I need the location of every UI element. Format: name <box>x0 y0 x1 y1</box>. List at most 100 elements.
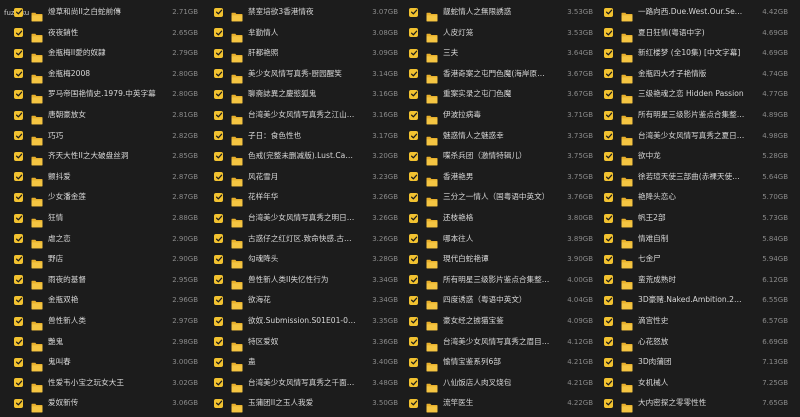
file-name[interactable]: 兽性新人类II失忆性行为 <box>248 275 356 285</box>
check-icon[interactable] <box>409 254 418 264</box>
check-icon[interactable] <box>604 398 613 408</box>
file-name[interactable]: 金瓶梅2008 <box>48 69 156 79</box>
file-row[interactable]: 金瓶梅2008 2.80GB <box>14 64 198 84</box>
check-icon[interactable] <box>14 89 23 99</box>
file-name[interactable]: 还枝艳格 <box>443 213 551 223</box>
check-icon[interactable] <box>214 89 223 99</box>
file-name[interactable]: 流竿医生 <box>443 398 551 408</box>
file-name[interactable]: 香港艳男 <box>443 172 551 182</box>
check-icon[interactable] <box>14 295 23 305</box>
file-name[interactable]: 三夫 <box>443 48 551 58</box>
file-row[interactable]: 台湾美少女风情写真秀之明日之星 3.26GB <box>214 208 398 228</box>
check-icon[interactable] <box>604 48 613 58</box>
file-name[interactable]: 一路向西.Due.West.Our.Sex.Journey <box>638 7 746 17</box>
check-icon[interactable] <box>14 316 23 326</box>
file-row[interactable]: 女机械人 7.25GB <box>604 373 788 393</box>
check-icon[interactable] <box>14 172 23 182</box>
file-name[interactable]: 3D豪赌.Naked.Ambition.2014.1080p <box>638 295 746 305</box>
file-row[interactable]: 新红楼梦 (全10集) [中文字幕] 4.69GB <box>604 43 788 63</box>
file-row[interactable]: 夜夜銷性 2.65GB <box>14 23 198 43</box>
file-row[interactable]: 哪本往人 3.89GB <box>409 229 593 249</box>
check-icon[interactable] <box>604 337 613 347</box>
file-row[interactable]: 夏日狂情(粤语中字) 4.69GB <box>604 23 788 43</box>
check-icon[interactable] <box>14 337 23 347</box>
check-icon[interactable] <box>604 357 613 367</box>
file-row[interactable]: 八仙饭店人肉叉烧包 4.21GB <box>409 373 593 393</box>
check-icon[interactable] <box>409 316 418 326</box>
check-icon[interactable] <box>409 357 418 367</box>
check-icon[interactable] <box>14 378 23 388</box>
file-name[interactable]: 唐朝豪放女 <box>48 110 156 120</box>
file-row[interactable]: 特区爱奴 3.36GB <box>214 332 398 352</box>
file-name[interactable]: 愉情宝鉴系列6部 <box>443 357 551 367</box>
file-name[interactable]: 台湾美少女风情写真秀之明日之星 <box>248 213 356 223</box>
check-icon[interactable] <box>14 110 23 120</box>
file-name[interactable]: 金瓶梅II愛的奴隸 <box>48 48 156 58</box>
check-icon[interactable] <box>14 234 23 244</box>
file-row[interactable]: 七金尸 5.94GB <box>604 249 788 269</box>
file-name[interactable]: 艷鬼 <box>48 337 156 347</box>
check-icon[interactable] <box>14 275 23 285</box>
file-row[interactable]: 金瓶四大才子艳情版 4.74GB <box>604 64 788 84</box>
check-icon[interactable] <box>214 295 223 305</box>
check-icon[interactable] <box>409 192 418 202</box>
file-row[interactable]: 欲奴.Submission.S01E01-05.720p 3.35GB <box>214 311 398 331</box>
check-icon[interactable] <box>604 192 613 202</box>
file-name[interactable]: 大内密探之零零性性 <box>638 398 746 408</box>
file-name[interactable]: 特区爱奴 <box>248 337 356 347</box>
file-row[interactable]: 玉蒲团II之玉人我爱 3.50GB <box>214 393 398 413</box>
file-row[interactable]: 心花怒放 6.69GB <box>604 332 788 352</box>
check-icon[interactable] <box>214 213 223 223</box>
file-name[interactable]: 艳降头恋心 <box>638 192 746 202</box>
file-name[interactable]: 重案实录之屯门色魔 <box>443 89 551 99</box>
file-name[interactable]: 魅惑情人之魅惑幸 <box>443 131 551 141</box>
file-row[interactable]: 风花雪月 3.23GB <box>214 167 398 187</box>
check-icon[interactable] <box>214 172 223 182</box>
check-icon[interactable] <box>14 357 23 367</box>
check-icon[interactable] <box>604 110 613 120</box>
file-row[interactable]: 兽性新人类II失忆性行为 3.34GB <box>214 270 398 290</box>
file-row[interactable]: 3D肉蒲团 7.13GB <box>604 352 788 372</box>
check-icon[interactable] <box>604 89 613 99</box>
check-icon[interactable] <box>14 28 23 38</box>
file-row[interactable]: 三级艳魂之恋 Hidden Passion 4.77GB <box>604 84 788 104</box>
check-icon[interactable] <box>604 172 613 182</box>
file-row[interactable]: 靓蛇情人之無限誘惑 3.53GB <box>409 2 593 22</box>
check-icon[interactable] <box>214 398 223 408</box>
file-name[interactable]: 心花怒放 <box>638 337 746 347</box>
file-name[interactable]: 齐天大性II之大破盘丝洞 <box>48 151 156 161</box>
file-name[interactable]: 金瓶四大才子艳情版 <box>638 69 746 79</box>
file-row[interactable]: 豪女经之掳猫宝鉴 4.09GB <box>409 311 593 331</box>
file-name[interactable]: 夜夜銷性 <box>48 28 156 38</box>
file-name[interactable]: 帆王2部 <box>638 213 746 223</box>
file-row[interactable]: 情难自制 5.84GB <box>604 229 788 249</box>
file-name[interactable]: 台湾美少女风情写真秀之夏日玫瑰 <box>638 131 746 141</box>
check-icon[interactable] <box>214 378 223 388</box>
file-name[interactable]: 性爱韦小宝之玩女大王 <box>48 378 156 388</box>
file-name[interactable]: 聊斋誌異之慶慾狐鬼 <box>248 89 356 99</box>
check-icon[interactable] <box>409 151 418 161</box>
file-name[interactable]: 玉蒲团II之玉人我爱 <box>248 398 356 408</box>
check-icon[interactable] <box>409 131 418 141</box>
file-row[interactable]: 爱奴新传 3.06GB <box>14 393 198 413</box>
check-icon[interactable] <box>409 295 418 305</box>
file-name[interactable]: 女机械人 <box>638 378 746 388</box>
file-name[interactable]: 台湾美少女风情写真秀之千面万像 <box>248 378 356 388</box>
file-name[interactable]: 情难自制 <box>638 234 746 244</box>
file-name[interactable]: 三级艳魂之恋 Hidden Passion <box>638 89 746 99</box>
check-icon[interactable] <box>409 275 418 285</box>
file-name[interactable]: 伊波拉病毒 <box>443 110 551 120</box>
file-row[interactable]: 聊斋誌異之慶慾狐鬼 3.16GB <box>214 84 398 104</box>
file-row[interactable]: 台湾美少女风情写真秀之千面万像 3.48GB <box>214 373 398 393</box>
check-icon[interactable] <box>409 213 418 223</box>
file-name[interactable]: 风花雪月 <box>248 172 356 182</box>
check-icon[interactable] <box>409 234 418 244</box>
file-name[interactable]: 滴宫性史 <box>638 316 746 326</box>
file-name[interactable]: 蛊 <box>248 357 356 367</box>
file-row[interactable]: 蛊 3.40GB <box>214 352 398 372</box>
file-name[interactable]: 台湾美少女风情写真秀之眉目传情 <box>443 337 551 347</box>
file-row[interactable]: 四度诱惑（粤语中英文） 4.04GB <box>409 290 593 310</box>
file-name[interactable]: 雨夜的基督 <box>48 275 156 285</box>
file-row[interactable]: 芈勤情人 3.08GB <box>214 23 398 43</box>
file-row[interactable]: 肝都艳照 3.09GB <box>214 43 398 63</box>
